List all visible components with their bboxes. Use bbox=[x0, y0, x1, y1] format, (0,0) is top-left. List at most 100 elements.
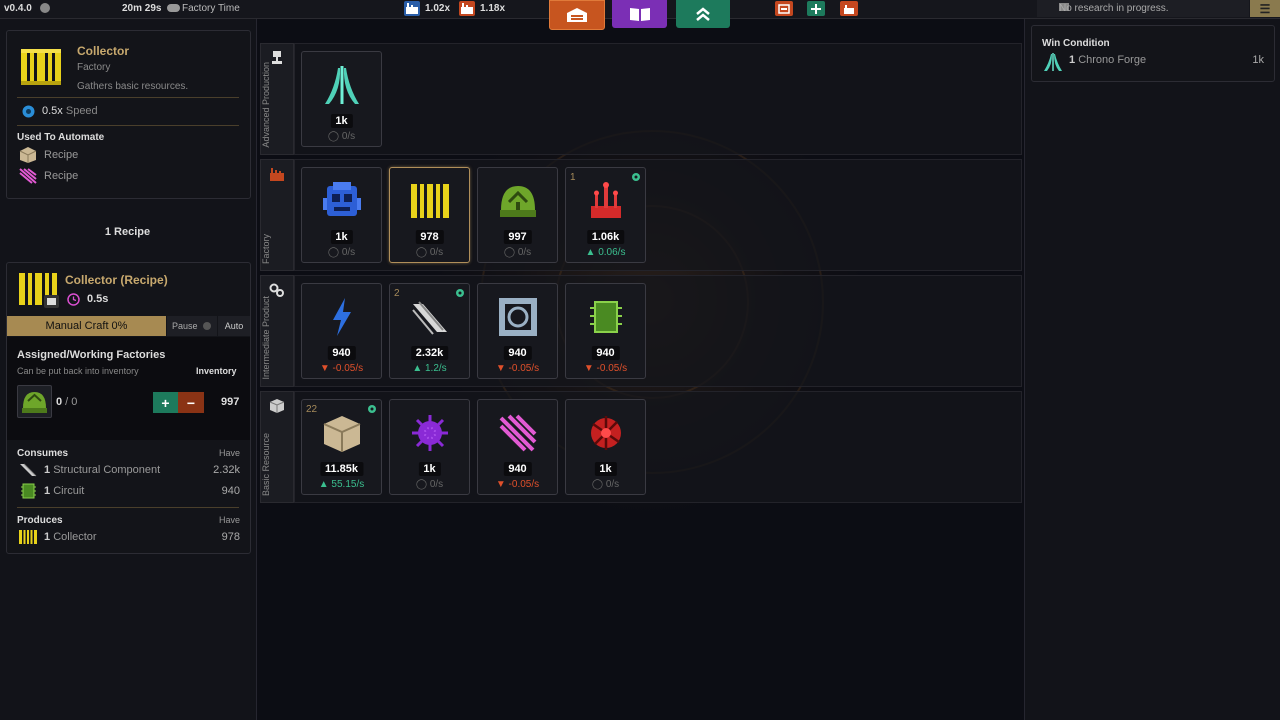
item-structural-component[interactable]: 2 2.32k ▲ 1.2/s bbox=[389, 283, 470, 379]
automate-recipe-2[interactable]: Recipe bbox=[44, 170, 78, 182]
item-count: 11.85k bbox=[319, 462, 364, 476]
item-count: 1k bbox=[330, 114, 353, 128]
inventory-value: 997 bbox=[221, 396, 240, 408]
category-label: Factory bbox=[261, 233, 271, 264]
purple-flower-icon bbox=[409, 412, 451, 454]
book-icon bbox=[629, 8, 650, 21]
menu-button[interactable]: ☰ bbox=[1250, 0, 1280, 17]
factory-settings-button[interactable] bbox=[840, 1, 858, 16]
category-tab-advanced-production[interactable]: Advanced Production bbox=[260, 43, 294, 155]
item-purple-flower[interactable]: 1k ◯ 0/s bbox=[389, 399, 470, 495]
factory-view-button[interactable] bbox=[549, 0, 605, 30]
double-chevron-up-icon bbox=[696, 7, 710, 21]
category-tab-basic-resource[interactable]: Basic Resource bbox=[260, 391, 294, 503]
factory-slot[interactable] bbox=[17, 385, 52, 418]
item-chrono-forge[interactable]: 1k ◯ 0/s bbox=[301, 51, 382, 147]
item-pink-crystal[interactable]: 940 ▼ -0.05/s bbox=[477, 399, 558, 495]
row-advanced-production bbox=[294, 43, 1022, 155]
item-rate: ◯ 0/s bbox=[415, 479, 444, 490]
item-robot-factory[interactable]: 1k ◯ 0/s bbox=[301, 167, 382, 263]
produces-have-label: Have bbox=[218, 515, 240, 525]
gear-icon[interactable] bbox=[631, 172, 641, 182]
gear-icon[interactable] bbox=[367, 404, 377, 414]
item-green-dome[interactable]: 997 ◯ 0/s bbox=[477, 167, 558, 263]
top-bar: v0.4.0 20m 29s Factory Time 1.02x 1.18x … bbox=[0, 0, 1280, 30]
auto-button[interactable]: Auto bbox=[218, 316, 250, 336]
consume-qty-1: 1 bbox=[44, 464, 51, 476]
clock-icon bbox=[40, 3, 50, 13]
crate-icon bbox=[321, 412, 363, 454]
factory-stat-blue-icon bbox=[404, 1, 420, 16]
speed-value: 0.5x bbox=[42, 105, 63, 117]
item-count: 1.06k bbox=[586, 230, 625, 244]
item-type: Factory bbox=[77, 62, 111, 73]
pink-crystal-icon bbox=[497, 412, 539, 454]
timer-icon bbox=[67, 293, 80, 306]
multiplier-b: 1.18x bbox=[480, 3, 506, 14]
add-factory-button[interactable] bbox=[807, 1, 825, 16]
recipe-time: 0.5s bbox=[87, 293, 109, 305]
item-count: 1k bbox=[594, 462, 617, 476]
inventory-label: Inventory bbox=[196, 366, 237, 376]
item-collector[interactable]: 978 ◯ 0/s bbox=[389, 167, 470, 263]
item-count: 940 bbox=[503, 346, 532, 360]
pause-button[interactable]: Pause bbox=[167, 316, 217, 336]
item-rate: ▼ -0.05/s bbox=[583, 363, 628, 374]
consumes-label: Consumes bbox=[17, 448, 69, 459]
consume-have-2: 940 bbox=[221, 485, 240, 497]
research-status-text: No research in progress. bbox=[1059, 3, 1169, 14]
produces-label: Produces bbox=[17, 515, 63, 526]
item-rate: ▲ 0.06/s bbox=[585, 247, 626, 258]
upgrade-button[interactable] bbox=[676, 0, 730, 28]
manual-craft-button[interactable]: Manual Craft 0% bbox=[7, 316, 166, 336]
item-rate: ◯ 0/s bbox=[415, 247, 444, 258]
item-count: 940 bbox=[591, 346, 620, 360]
factory-time-toggle[interactable] bbox=[167, 4, 180, 12]
used-to-automate-label: Used To Automate bbox=[17, 132, 105, 143]
factory-count-badge: 22 bbox=[306, 404, 318, 415]
consume-name-1: Structural Component bbox=[53, 464, 161, 476]
speed-label: Speed bbox=[65, 105, 98, 117]
produce-qty-1: 1 bbox=[44, 531, 51, 543]
factory-icon bbox=[269, 166, 285, 182]
factory-minus-icon bbox=[778, 3, 790, 14]
gear-icon[interactable] bbox=[455, 288, 465, 298]
win-qty: 1 bbox=[1069, 54, 1076, 66]
recipe-count: 1 Recipe bbox=[104, 226, 151, 238]
item-name: Collector bbox=[77, 44, 130, 58]
item-crate[interactable]: 22 11.85k ▲ 55.15/s bbox=[301, 399, 382, 495]
consume-have-1: 2.32k bbox=[213, 464, 240, 476]
item-count: 978 bbox=[415, 230, 444, 244]
factory-icon bbox=[844, 4, 854, 14]
category-label: Advanced Production bbox=[261, 62, 271, 148]
item-red-tower[interactable]: 1 1.06k ▲ 0.06/s bbox=[565, 167, 646, 263]
elapsed-time: 20m 29s bbox=[122, 3, 162, 14]
category-tab-intermediate-product[interactable]: Intermediate Product bbox=[260, 275, 294, 387]
remove-assigned-button[interactable]: − bbox=[178, 392, 204, 413]
green-dome-icon bbox=[22, 392, 47, 413]
plus-icon bbox=[811, 3, 821, 14]
automate-recipe-1[interactable]: Recipe bbox=[44, 149, 78, 161]
multiplier-a: 1.02x bbox=[425, 3, 451, 14]
item-red-orb[interactable]: 1k ◯ 0/s bbox=[565, 399, 646, 495]
selected-item-card: Collector Factory Gathers basic resource… bbox=[6, 30, 251, 199]
lightning-icon bbox=[321, 296, 363, 338]
item-rate: ◯ 0/s bbox=[591, 479, 620, 490]
item-rate: ◯ 0/s bbox=[503, 247, 532, 258]
factory-time-label: Factory Time bbox=[182, 3, 240, 14]
research-book-button[interactable] bbox=[612, 0, 667, 28]
item-lightning[interactable]: 940 ▼ -0.05/s bbox=[301, 283, 382, 379]
add-assigned-button[interactable]: + bbox=[153, 392, 178, 413]
assigned-title: Assigned/Working Factories bbox=[17, 349, 166, 361]
category-tab-factory[interactable]: Factory bbox=[260, 159, 294, 271]
item-frame[interactable]: 940 ▼ -0.05/s bbox=[477, 283, 558, 379]
consume-qty-2: 1 bbox=[44, 485, 51, 497]
research-status-bar[interactable]: No research in progress. bbox=[1037, 0, 1249, 17]
recipe-card: Collector (Recipe) 0.5s Manual Craft 0% … bbox=[6, 262, 251, 554]
circuit-icon bbox=[585, 296, 627, 338]
green-dome-icon bbox=[497, 180, 539, 222]
consume-name-2: Circuit bbox=[53, 485, 85, 497]
item-count: 1k bbox=[418, 462, 441, 476]
remove-factory-button[interactable] bbox=[775, 1, 793, 16]
item-circuit[interactable]: 940 ▼ -0.05/s bbox=[565, 283, 646, 379]
